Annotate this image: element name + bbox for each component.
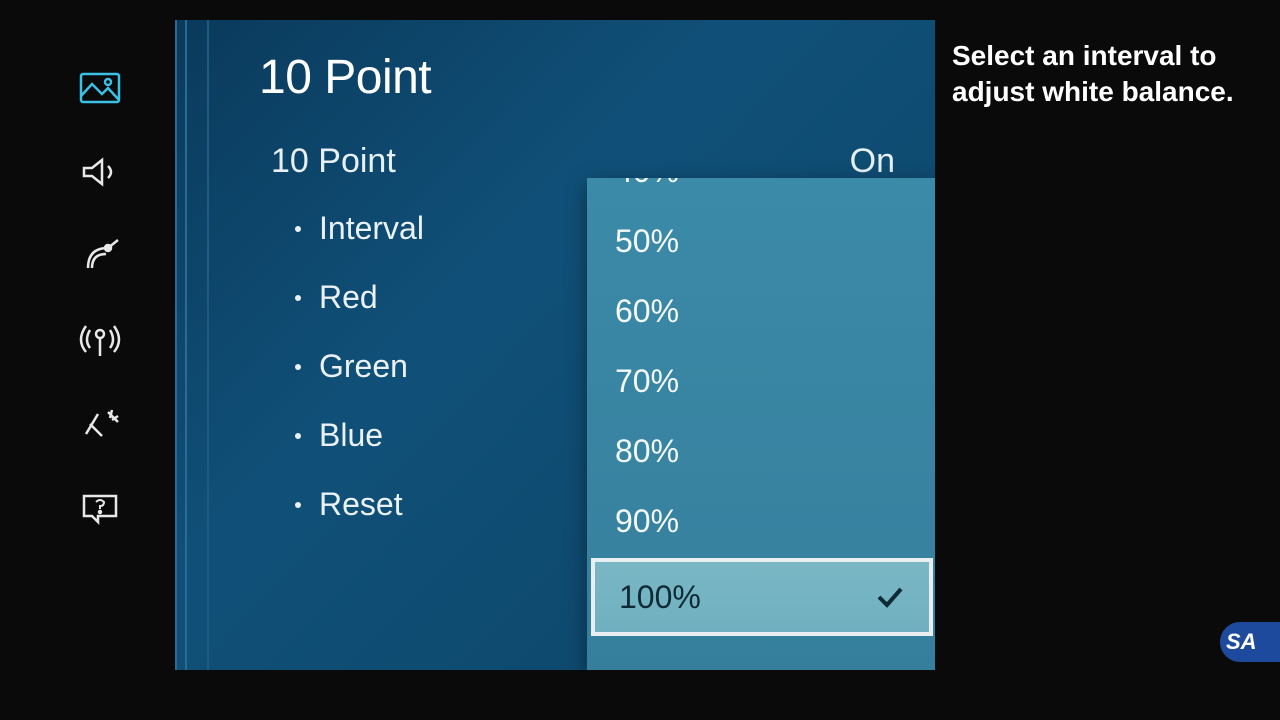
toggle-label: 10 Point	[271, 142, 396, 181]
dropdown-option-label: 80%	[615, 433, 679, 470]
sidebar-broadcast-icon[interactable]	[78, 238, 122, 274]
sidebar-support-icon[interactable]	[78, 490, 122, 526]
menu-item-label: Green	[319, 348, 408, 385]
dropdown-option-label: 40%	[615, 178, 679, 190]
help-text: Select an interval to adjust white balan…	[952, 38, 1252, 111]
bullet-icon	[295, 433, 301, 439]
sidebar-picture-icon[interactable]	[78, 70, 122, 106]
bullet-icon	[295, 295, 301, 301]
dropdown-option-50[interactable]: 50%	[587, 206, 935, 276]
menu-item-reset[interactable]: Reset	[295, 486, 424, 523]
menu-item-label: Reset	[319, 486, 403, 523]
dropdown-option-90[interactable]: 90%	[587, 486, 935, 556]
menu-list: Interval Red Green Blue Reset	[295, 210, 424, 523]
dropdown-option-label: 100%	[619, 579, 701, 616]
panel-title: 10 Point	[259, 50, 431, 105]
check-icon	[875, 585, 905, 609]
settings-sidebar	[60, 70, 140, 526]
bullet-icon	[295, 226, 301, 232]
menu-item-green[interactable]: Green	[295, 348, 424, 385]
brand-logo: SA	[1220, 622, 1280, 662]
bullet-icon	[295, 502, 301, 508]
menu-item-label: Red	[319, 279, 378, 316]
dropdown-option-80[interactable]: 80%	[587, 416, 935, 486]
dropdown-option-label: 50%	[615, 223, 679, 260]
menu-item-blue[interactable]: Blue	[295, 417, 424, 454]
interval-dropdown: 40% 50% 60% 70% 80% 90% 100%	[587, 178, 935, 670]
sidebar-system-icon[interactable]	[78, 406, 122, 442]
dropdown-option-40[interactable]: 40%	[587, 178, 935, 206]
dropdown-option-70[interactable]: 70%	[587, 346, 935, 416]
dropdown-option-label: 70%	[615, 363, 679, 400]
sidebar-network-icon[interactable]	[78, 322, 122, 358]
dropdown-option-label: 90%	[615, 503, 679, 540]
dropdown-option-label: 60%	[615, 293, 679, 330]
bullet-icon	[295, 364, 301, 370]
menu-item-label: Blue	[319, 417, 383, 454]
settings-panel: 10 Point 10 Point On Interval Red Green …	[175, 20, 935, 670]
toggle-value: On	[850, 142, 895, 181]
sidebar-sound-icon[interactable]	[78, 154, 122, 190]
dropdown-option-100[interactable]: 100%	[591, 558, 933, 636]
menu-item-label: Interval	[319, 210, 424, 247]
toggle-10-point[interactable]: 10 Point On	[271, 142, 895, 181]
menu-item-red[interactable]: Red	[295, 279, 424, 316]
dropdown-option-60[interactable]: 60%	[587, 276, 935, 346]
menu-item-interval[interactable]: Interval	[295, 210, 424, 247]
